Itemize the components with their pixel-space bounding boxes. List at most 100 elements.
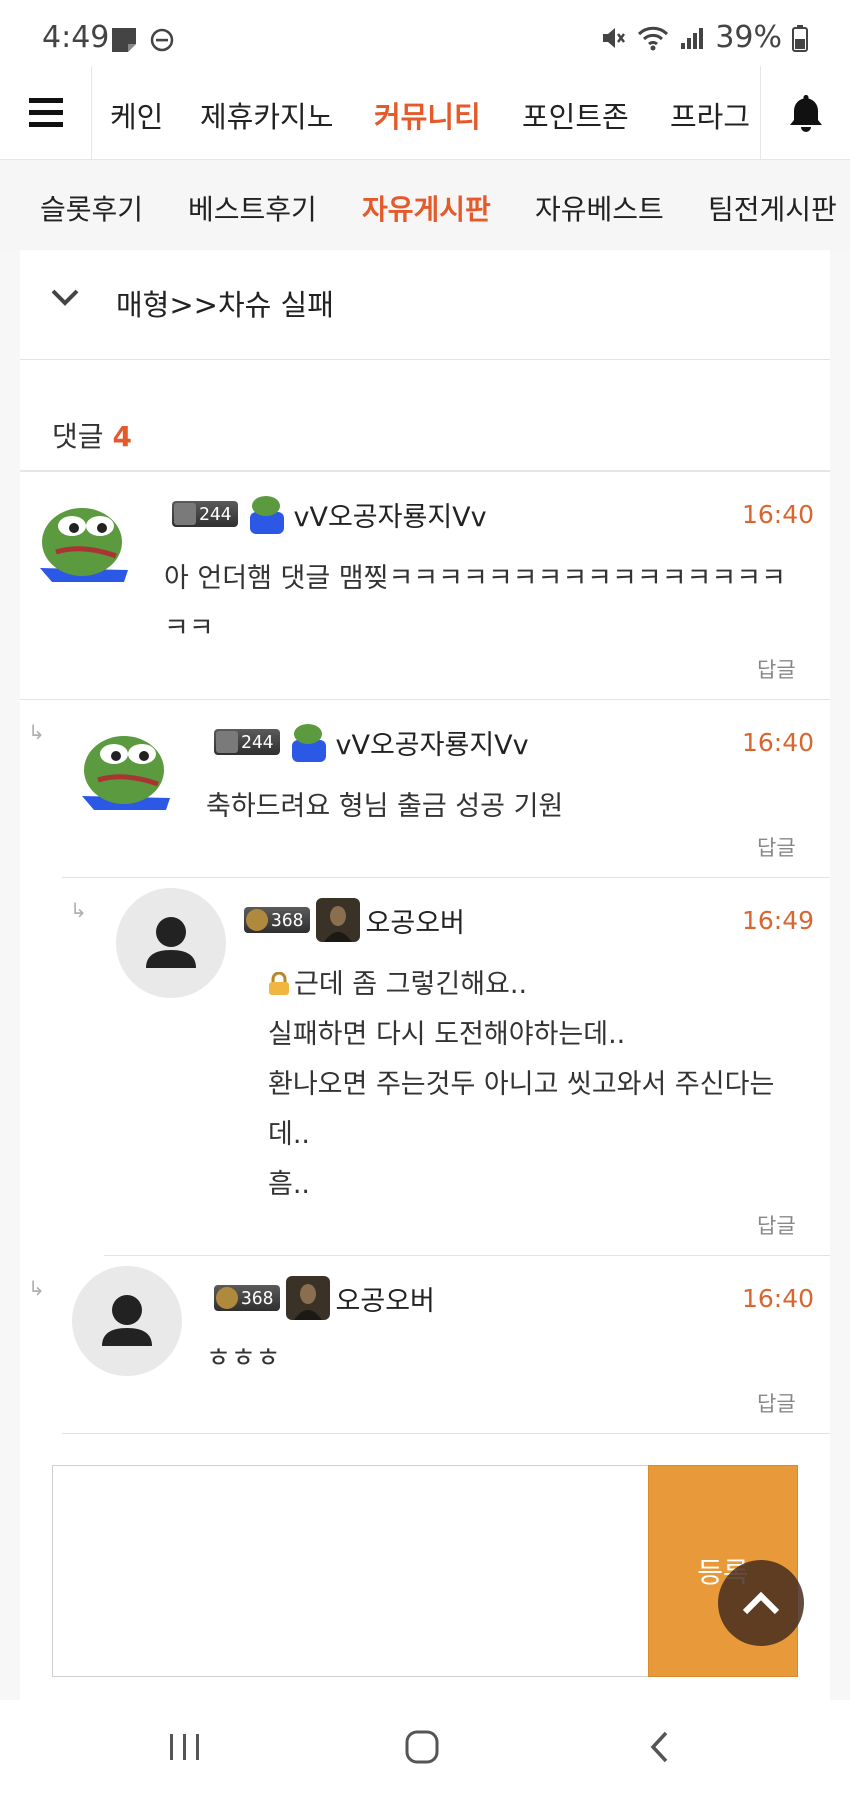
comment-text: 근데 좀 그렇긴해요.. 실패하면 다시 도전해야하는데.. 환나오면 주는것두…	[268, 960, 774, 1210]
status-time: 4:49	[42, 20, 110, 55]
comment-line: ㅋㅋ	[164, 613, 214, 644]
comment-item: 368 오공오버 16:49 근데 좀 그렇긴해요.. 실패하면 다시 도전해야…	[104, 878, 830, 1256]
menu-button[interactable]	[0, 66, 92, 160]
top-nav-item-partner-casino[interactable]: 제휴카지노	[200, 94, 333, 136]
top-nav-items: 케인 제휴카지노 커뮤니티 포인트존 프라그	[92, 66, 760, 160]
level-badge: 368	[214, 1285, 280, 1311]
level-badge: 244	[214, 729, 280, 755]
comment-item: 368 오공오버 16:40 ㅎㅎㅎ 답글	[62, 1256, 830, 1434]
level-number: 368	[241, 1287, 274, 1309]
comment-line: 환나오면 주는것두 아니고 씻고와서 주신다는	[268, 1069, 775, 1100]
status-right: 39%	[599, 20, 808, 55]
comments-count: 4	[112, 420, 132, 453]
level-number: 244	[241, 731, 274, 753]
level-badge: 368	[244, 907, 310, 933]
comment-line: 흠..	[268, 1169, 311, 1200]
top-nav-item-pragmatic[interactable]: 프라그	[670, 94, 750, 136]
top-nav-item-kane[interactable]: 케인	[110, 94, 163, 136]
comment-text: 아 언더햄 댓글 맴찢ㅋㅋㅋㅋㅋㅋㅋㅋㅋㅋㅋㅋㅋㅋㅋㅋ ㅋㅋ	[164, 554, 786, 654]
reply-arrow-icon: ↳	[70, 898, 87, 922]
comment-time: 16:49	[742, 906, 815, 935]
comment-line: 근데 좀 그렇긴해요..	[268, 960, 774, 1010]
sub-nav-item-free-best[interactable]: 자유베스트	[535, 188, 664, 228]
top-nav-item-community[interactable]: 커뮤니티	[374, 94, 481, 136]
reply-arrow-icon: ↳	[28, 1276, 45, 1300]
do-not-disturb-icon	[150, 28, 174, 52]
sub-nav-item-free-board[interactable]: 자유게시판	[362, 188, 491, 228]
level-number: 368	[271, 909, 304, 931]
comment-nickname[interactable]: vV오공자룡지Vv	[336, 723, 529, 762]
user-icon-badge	[285, 1276, 330, 1320]
comment-nickname[interactable]: vV오공자룡지Vv	[294, 495, 487, 534]
status-bar: 4:49 39%	[0, 0, 850, 72]
notification-button[interactable]	[760, 66, 850, 160]
signal-icon	[681, 27, 704, 49]
user-avatar	[40, 508, 128, 582]
sub-nav-item-best-review[interactable]: 베스트후기	[188, 188, 317, 228]
comment-meta: 244 vV오공자룡지Vv	[214, 720, 529, 764]
level-gem-icon	[174, 503, 196, 525]
comment-time: 16:40	[742, 728, 815, 757]
notification-app-icon	[112, 28, 136, 52]
comment-line: 아 언더햄 댓글 맴찢ㅋㅋㅋㅋㅋㅋㅋㅋㅋㅋㅋㅋㅋㅋㅋㅋ	[164, 563, 786, 594]
level-medal-icon	[246, 909, 268, 931]
comment-input[interactable]	[52, 1465, 650, 1677]
bell-icon	[789, 95, 822, 132]
default-avatar	[116, 888, 226, 998]
comment-meta: 368 오공오버	[214, 1276, 435, 1320]
level-medal-icon	[216, 1287, 238, 1309]
comment-time: 16:40	[742, 500, 815, 529]
post-title: 매형>>차슈 실패	[116, 288, 334, 322]
comment-line: 데..	[268, 1119, 311, 1150]
sub-nav-item-slot-review[interactable]: 슬롯후기	[40, 188, 143, 228]
comment-meta: 244 vV오공자룡지Vv	[172, 492, 487, 536]
comment-nickname[interactable]: 오공오버	[366, 901, 465, 940]
comment-text: ㅎㅎㅎ	[206, 1334, 281, 1384]
back-icon	[650, 1731, 668, 1763]
mute-icon	[603, 27, 626, 48]
comment-line: ㅎㅎㅎ	[206, 1343, 281, 1374]
chevron-down-icon	[51, 289, 79, 306]
default-avatar	[72, 1266, 182, 1376]
comment-line: 실패하면 다시 도전해야하는데..	[268, 1019, 626, 1050]
wifi-icon	[638, 26, 669, 50]
top-nav-item-point-zone[interactable]: 포인트존	[522, 94, 629, 136]
reply-arrow-icon: ↳	[28, 720, 45, 744]
comment-time: 16:40	[742, 1284, 815, 1313]
sub-nav: 슬롯후기 베스트후기 자유게시판 자유베스트 팀전게시판	[0, 160, 850, 250]
user-avatar	[82, 736, 170, 810]
comment-line: 축하드려요 형님 출금 성공 기원	[206, 791, 564, 822]
comment-text: 축하드려요 형님 출금 성공 기원	[206, 782, 563, 832]
home-icon	[405, 1730, 439, 1764]
battery-percent: 39%	[715, 20, 782, 55]
scroll-top-button[interactable]	[718, 1560, 804, 1646]
comments-label: 댓글	[52, 420, 104, 453]
comment-meta: 368 오공오버	[244, 898, 465, 942]
status-left-icons	[110, 26, 174, 54]
level-gem-icon	[216, 731, 238, 753]
recent-apps-button[interactable]	[155, 1722, 215, 1772]
hamburger-icon	[28, 98, 63, 127]
chevron-up-icon	[742, 1591, 780, 1615]
system-nav-bar	[0, 1700, 850, 1794]
person-icon	[102, 1295, 152, 1346]
reply-button[interactable]: 답글	[757, 1388, 796, 1418]
top-nav: 케인 제휴카지노 커뮤니티 포인트존 프라그	[0, 66, 850, 160]
comment-nickname[interactable]: 오공오버	[336, 1279, 435, 1318]
comment-item: 244 vV오공자룡지Vv 16:40 축하드려요 형님 출금 성공 기원 답글	[62, 700, 830, 878]
level-number: 244	[199, 503, 232, 525]
comments-header: 댓글 4	[52, 415, 132, 455]
user-icon-badge	[249, 496, 284, 534]
sub-nav-item-team-board[interactable]: 팀전게시판	[708, 188, 837, 228]
recent-apps-icon	[170, 1734, 199, 1760]
level-badge: 244	[172, 501, 238, 527]
comment-item: 244 vV오공자룡지Vv 16:40 아 언더햄 댓글 맴찢ㅋㅋㅋㅋㅋㅋㅋㅋㅋ…	[20, 472, 830, 700]
reply-button[interactable]: 답글	[757, 1210, 796, 1240]
back-button[interactable]	[630, 1722, 690, 1772]
home-button[interactable]	[392, 1722, 452, 1772]
user-icon-badge	[291, 724, 326, 762]
post-title-row[interactable]: 매형>>차슈 실패	[20, 250, 830, 360]
user-icon-badge	[315, 898, 360, 942]
reply-button[interactable]: 답글	[757, 832, 796, 862]
reply-button[interactable]: 답글	[757, 654, 796, 684]
